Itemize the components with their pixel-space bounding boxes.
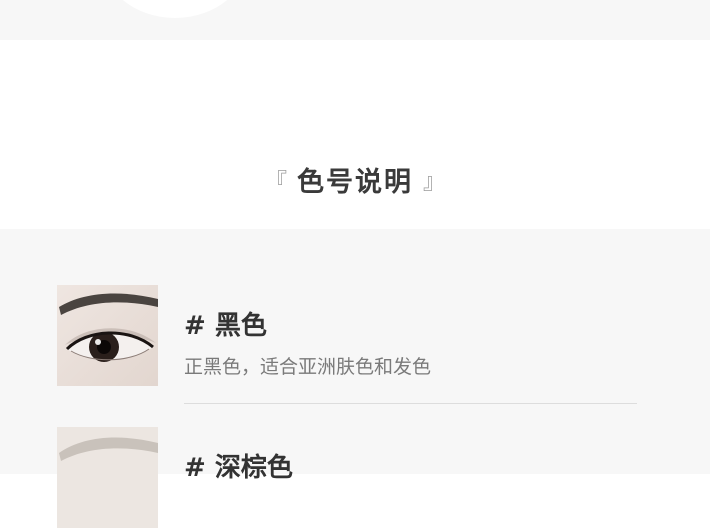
shade-name: # 深棕色 — [184, 453, 293, 483]
eye-brow-black-swatch-icon — [57, 285, 158, 386]
top-banner — [0, 0, 710, 40]
shade-item-black: # 黑色 正黑色，适合亚洲肤色和发色 — [57, 285, 637, 386]
title-bracket-right: 』 — [423, 169, 446, 195]
title-bracket-left: 『 — [264, 169, 287, 195]
divider — [184, 403, 637, 404]
shade-name: # 黑色 — [184, 311, 267, 341]
title-section — [0, 40, 710, 229]
section-title: 『 色号说明 』 — [0, 160, 710, 199]
section-title-text: 色号说明 — [297, 167, 413, 198]
top-circle-decoration — [100, 0, 250, 18]
shade-description: 正黑色，适合亚洲肤色和发色 — [184, 356, 432, 378]
shade-item-dark-brown: # 深棕色 — [57, 427, 637, 528]
eye-brow-dark-brown-swatch-icon — [57, 427, 158, 528]
